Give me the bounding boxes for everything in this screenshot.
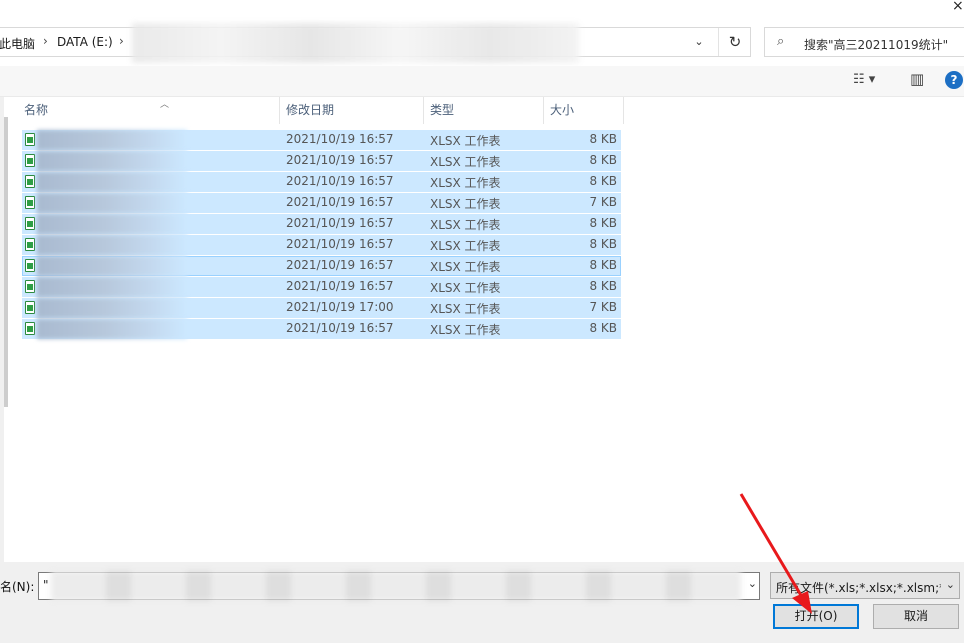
help-icon[interactable]: ?: [945, 71, 963, 89]
file-type: XLSX 工作表: [430, 134, 501, 148]
redacted-file-name: [37, 193, 187, 213]
file-size: 8 KB: [589, 132, 617, 146]
excel-file-icon: [25, 301, 35, 314]
redacted-file-name: [37, 298, 187, 318]
file-size: 8 KB: [589, 153, 617, 167]
chevron-down-icon[interactable]: ⌄: [748, 577, 757, 590]
file-type: XLSX 工作表: [430, 302, 501, 316]
excel-file-icon: [25, 238, 35, 251]
file-type-filter[interactable]: 所有文件(*.xls;*.xlsx;*.xlsm;*.cs ⌄: [770, 572, 960, 599]
file-size: 7 KB: [589, 300, 617, 314]
redacted-file-name: [37, 277, 187, 297]
file-date: 2021/10/19 16:57: [286, 237, 394, 251]
search-placeholder: 搜索"高三20211019统计": [804, 38, 949, 52]
toolbar: ☷ ▾ ▥ ?: [0, 66, 964, 97]
redacted-filename: [51, 571, 741, 601]
file-type: XLSX 工作表: [430, 155, 501, 169]
file-type: XLSX 工作表: [430, 197, 501, 211]
file-type: XLSX 工作表: [430, 239, 501, 253]
file-size: 8 KB: [589, 174, 617, 188]
breadcrumb-separator[interactable]: ›: [119, 34, 124, 48]
breadcrumb-data-drive[interactable]: DATA (E:): [57, 35, 113, 49]
sort-ascending-icon: ︿: [160, 100, 170, 110]
file-size: 8 KB: [589, 321, 617, 335]
filename-label: 名(N):: [0, 580, 35, 594]
navigation-scrollbar[interactable]: [4, 117, 8, 407]
dialog-footer: 名(N): " ⌄ 所有文件(*.xls;*.xlsx;*.xlsm;*.cs …: [0, 562, 964, 643]
excel-file-icon: [25, 280, 35, 293]
column-header-type[interactable]: 类型: [424, 97, 544, 124]
search-icon: ⌕: [777, 34, 785, 49]
breadcrumb-separator[interactable]: ›: [43, 34, 48, 48]
chevron-down-icon[interactable]: ⌄: [689, 35, 709, 51]
file-type-filter-value: 所有文件(*.xls;*.xlsx;*.xlsm;*.cs: [776, 581, 941, 595]
excel-file-icon: [25, 259, 35, 272]
file-date: 2021/10/19 17:00: [286, 300, 394, 314]
table-row[interactable]: 2021/10/19 16:57 XLSX 工作表 8 KB: [22, 256, 621, 276]
file-date: 2021/10/19 16:57: [286, 258, 394, 272]
excel-file-icon: [25, 175, 35, 188]
file-type: XLSX 工作表: [430, 218, 501, 232]
file-type: XLSX 工作表: [430, 176, 501, 190]
redacted-file-name: [37, 319, 187, 339]
redacted-file-name: [37, 214, 187, 234]
redacted-file-name: [37, 235, 187, 255]
file-type: XLSX 工作表: [430, 260, 501, 274]
excel-file-icon: [25, 133, 35, 146]
excel-file-icon: [25, 154, 35, 167]
table-row[interactable]: 2021/10/19 16:57 XLSX 工作表 8 KB: [22, 214, 621, 234]
open-button[interactable]: 打开(O): [773, 604, 859, 629]
top-bar: 此电脑 › DATA (E:) › ⌄ ↻ ⌕ 搜索"高三20211019统计": [0, 0, 964, 66]
search-input[interactable]: ⌕ 搜索"高三20211019统计": [764, 27, 964, 57]
cancel-button[interactable]: 取消: [873, 604, 959, 629]
file-date: 2021/10/19 16:57: [286, 216, 394, 230]
breadcrumb-this-pc[interactable]: 此电脑: [0, 35, 35, 52]
redacted-file-name: [37, 130, 187, 150]
column-header-size[interactable]: 大小: [544, 97, 624, 124]
table-row[interactable]: 2021/10/19 16:57 XLSX 工作表 7 KB: [22, 193, 621, 213]
filename-value: ": [43, 578, 49, 592]
file-size: 8 KB: [589, 258, 617, 272]
table-row[interactable]: 2021/10/19 16:57 XLSX 工作表 8 KB: [22, 277, 621, 297]
file-list[interactable]: 名称 ︿ 修改日期 类型 大小 2021/10/19 16:57 XLSX 工作…: [4, 97, 964, 562]
column-header-date[interactable]: 修改日期: [280, 97, 424, 124]
file-date: 2021/10/19 16:57: [286, 174, 394, 188]
table-row[interactable]: 2021/10/19 16:57 XLSX 工作表 8 KB: [22, 130, 621, 150]
address-bar[interactable]: 此电脑 › DATA (E:) › ⌄ ↻: [0, 23, 751, 63]
file-size: 8 KB: [589, 216, 617, 230]
column-header-name[interactable]: 名称 ︿: [18, 97, 280, 124]
file-date: 2021/10/19 16:57: [286, 132, 394, 146]
excel-file-icon: [25, 196, 35, 209]
table-row[interactable]: 2021/10/19 17:00 XLSX 工作表 7 KB: [22, 298, 621, 318]
preview-pane-icon[interactable]: ▥: [910, 70, 924, 88]
file-rows: 2021/10/19 16:57 XLSX 工作表 8 KB 2021/10/1…: [22, 130, 621, 340]
file-type: XLSX 工作表: [430, 323, 501, 337]
table-row[interactable]: 2021/10/19 16:57 XLSX 工作表 8 KB: [22, 172, 621, 192]
refresh-button[interactable]: ↻: [718, 28, 751, 56]
column-label: 名称: [24, 103, 49, 117]
close-icon[interactable]: ×: [952, 0, 964, 13]
file-date: 2021/10/19 16:57: [286, 321, 394, 335]
excel-file-icon: [25, 217, 35, 230]
file-date: 2021/10/19 16:57: [286, 153, 394, 167]
redacted-breadcrumbs: [132, 23, 579, 63]
file-date: 2021/10/19 16:57: [286, 279, 394, 293]
chevron-down-icon[interactable]: ⌄: [946, 578, 955, 591]
file-size: 8 KB: [589, 237, 617, 251]
file-size: 7 KB: [589, 195, 617, 209]
redacted-file-name: [37, 172, 187, 192]
table-row[interactable]: 2021/10/19 16:57 XLSX 工作表 8 KB: [22, 151, 621, 171]
excel-file-icon: [25, 322, 35, 335]
redacted-file-name: [37, 151, 187, 171]
file-date: 2021/10/19 16:57: [286, 195, 394, 209]
filename-field[interactable]: " ⌄: [38, 571, 760, 601]
redacted-file-name: [37, 256, 187, 276]
table-row[interactable]: 2021/10/19 16:57 XLSX 工作表 8 KB: [22, 319, 621, 339]
file-type: XLSX 工作表: [430, 281, 501, 295]
file-size: 8 KB: [589, 279, 617, 293]
view-options-icon[interactable]: ☷ ▾: [853, 72, 875, 87]
table-row[interactable]: 2021/10/19 16:57 XLSX 工作表 8 KB: [22, 235, 621, 255]
